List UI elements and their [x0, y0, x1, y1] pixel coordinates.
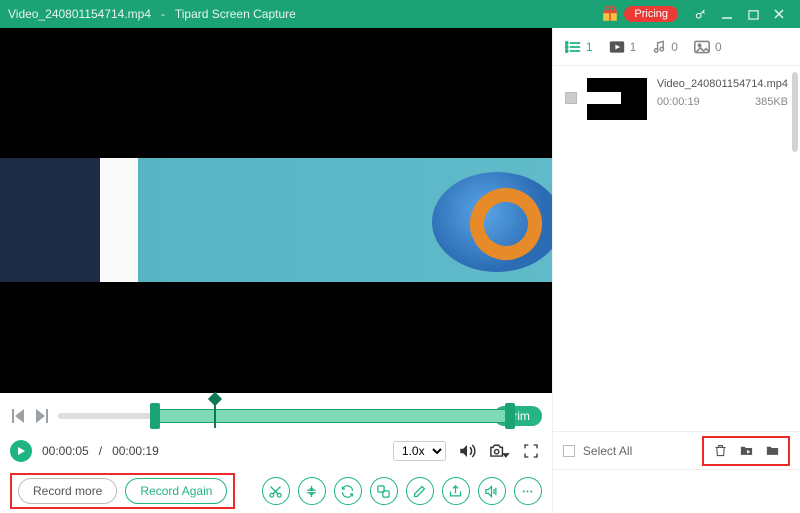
clip-start-button[interactable] — [10, 408, 26, 424]
time-current: 00:00:05 — [42, 444, 89, 458]
time-total: 00:00:19 — [112, 444, 159, 458]
video-preview[interactable] — [0, 28, 552, 393]
minimize-button[interactable] — [714, 0, 740, 28]
compress-icon[interactable] — [298, 477, 326, 505]
item-duration: 00:00:19 — [657, 96, 700, 108]
tab-video[interactable]: 1 — [609, 40, 637, 54]
play-button[interactable] — [10, 440, 32, 462]
history-footer — [553, 469, 800, 513]
timeline-track[interactable] — [58, 406, 486, 426]
left-footer: Record more Record Again — [0, 469, 552, 513]
item-filename: Video_240801154714.mp4 — [657, 78, 788, 90]
history-tabs: 1 1 0 0 — [553, 28, 800, 66]
history-list: Video_240801154714.mp4 00:00:19 385KB — [553, 66, 800, 431]
title-appname: Tipard Screen Capture — [175, 7, 296, 21]
snapshot-icon[interactable] — [488, 440, 510, 462]
delete-icon[interactable] — [708, 440, 732, 462]
key-icon[interactable] — [688, 0, 714, 28]
tab-image-count: 0 — [715, 40, 722, 54]
tab-list-count: 1 — [586, 40, 593, 54]
record-more-button[interactable]: Record more — [18, 478, 117, 504]
tab-list[interactable]: 1 — [565, 40, 593, 54]
item-thumbnail[interactable] — [587, 78, 647, 120]
convert-icon[interactable] — [334, 477, 362, 505]
close-button[interactable] — [766, 0, 792, 28]
pricing-badge[interactable]: Pricing — [624, 6, 678, 22]
playback-controls: 00:00:05/ 00:00:19 1.0x — [0, 433, 552, 469]
edit-icon[interactable] — [406, 477, 434, 505]
select-all-checkbox[interactable] — [563, 445, 575, 457]
timeline-row: Trim — [0, 393, 552, 433]
cut-icon[interactable] — [262, 477, 290, 505]
export-folder-icon[interactable] — [734, 440, 758, 462]
clip-end-button[interactable] — [34, 408, 50, 424]
preview-frame — [0, 158, 552, 282]
highlight-file-ops — [702, 436, 790, 466]
trim-handle-end[interactable] — [505, 403, 515, 429]
titlebar: Video_240801154714.mp4 - Tipard Screen C… — [0, 0, 800, 28]
gift-icon[interactable] — [600, 4, 620, 24]
select-all-label: Select All — [583, 444, 632, 458]
window-title: Video_240801154714.mp4 - Tipard Screen C… — [8, 7, 600, 21]
more-icon[interactable] — [514, 477, 542, 505]
volume-icon[interactable] — [456, 440, 478, 462]
sound-icon[interactable] — [478, 477, 506, 505]
merge-icon[interactable] — [370, 477, 398, 505]
list-item[interactable]: Video_240801154714.mp4 00:00:19 385KB — [557, 72, 796, 126]
title-filename: Video_240801154714.mp4 — [8, 7, 151, 21]
item-size: 385KB — [755, 96, 788, 108]
item-checkbox[interactable] — [565, 92, 577, 104]
scrollbar[interactable] — [792, 72, 798, 152]
tab-audio[interactable]: 0 — [652, 40, 678, 54]
open-folder-icon[interactable] — [760, 440, 784, 462]
tab-video-count: 1 — [630, 40, 637, 54]
record-again-button[interactable]: Record Again — [125, 478, 227, 504]
history-panel: 1 1 0 0 Video_240801154714.mp4 — [552, 28, 800, 513]
fullscreen-icon[interactable] — [520, 440, 542, 462]
maximize-button[interactable] — [740, 0, 766, 28]
tab-image[interactable]: 0 — [694, 40, 722, 54]
timeline-clip[interactable] — [154, 409, 509, 423]
playhead[interactable] — [214, 400, 216, 428]
history-bottom: Select All — [553, 431, 800, 469]
tab-audio-count: 0 — [671, 40, 678, 54]
trim-handle-start[interactable] — [150, 403, 160, 429]
highlight-record-buttons: Record more Record Again — [10, 473, 235, 509]
speed-select[interactable]: 1.0x — [393, 441, 446, 461]
preview-panel: Trim 00:00:05/ 00:00:19 1.0x Record more… — [0, 28, 552, 513]
share-icon[interactable] — [442, 477, 470, 505]
